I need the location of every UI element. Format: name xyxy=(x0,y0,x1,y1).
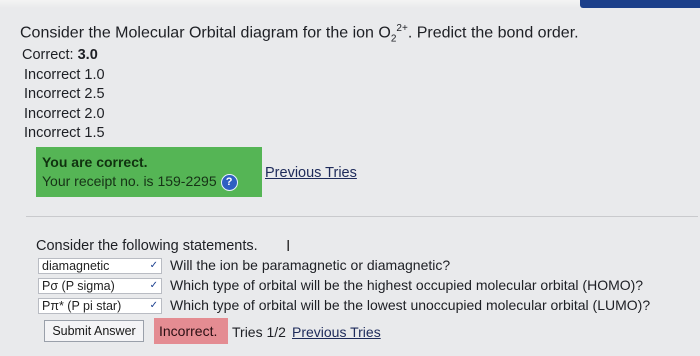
receipt-line: Your receipt no. is 159-2295? xyxy=(42,172,256,191)
statements-heading: Consider the following statements. xyxy=(36,238,258,254)
text-cursor-icon: I xyxy=(286,238,291,255)
chevron-down-icon: ✓ xyxy=(149,280,158,291)
selected-value: diamagnetic xyxy=(42,259,110,273)
question-suffix: . Predict the bond order. xyxy=(407,24,579,42)
answer-select-lumo[interactable]: Pπ* (P pi star) ✓ xyxy=(38,298,162,314)
selected-value: Pπ* (P pi star) xyxy=(42,299,122,313)
receipt-text: Your receipt no. is 159-2295 xyxy=(42,173,217,189)
help-icon[interactable]: ? xyxy=(220,173,238,191)
chevron-down-icon: ✓ xyxy=(149,260,158,271)
answer-select-magnetism[interactable]: diamagnetic ✓ xyxy=(38,258,162,274)
incorrect-answer: Incorrect 2.5 xyxy=(24,86,105,102)
incorrect-answer: Incorrect 1.0 xyxy=(24,66,105,83)
question-text: Consider the Molecular Orbital diagram f… xyxy=(20,23,579,45)
previous-tries-link[interactable]: Previous Tries xyxy=(292,324,381,340)
feedback-title: You are correct. xyxy=(42,154,148,170)
correct-answer: Correct: 3.0 xyxy=(22,46,105,66)
statement-text: Which type of orbital will be the highes… xyxy=(170,277,644,293)
answer-list: Correct: 3.0 Incorrect 1.0 Incorrect 2.5… xyxy=(22,46,105,144)
ion-charge: 2+ xyxy=(396,23,408,34)
ion-subscript: 2 xyxy=(390,33,397,45)
incorrect-answer: Incorrect 1.5 xyxy=(24,125,105,141)
answer-select-homo[interactable]: Pσ (P sigma) ✓ xyxy=(38,278,162,294)
divider xyxy=(26,216,698,217)
incorrect-answer: Incorrect 2.0 xyxy=(24,105,105,122)
correct-feedback-box: You are correct. Your receipt no. is 159… xyxy=(36,147,262,197)
tries-count: Tries 1/2 xyxy=(232,324,286,340)
previous-tries-link[interactable]: Previous Tries xyxy=(265,165,357,181)
submit-answer-button[interactable]: Submit Answer xyxy=(44,320,144,342)
question-prefix: Consider the Molecular Orbital diagram f… xyxy=(20,24,391,42)
chevron-down-icon: ✓ xyxy=(149,300,158,311)
correct-value: 3.0 xyxy=(77,47,98,63)
statement-text: Which type of orbital will be the lowest… xyxy=(170,297,651,313)
statement-text: Will the ion be paramagnetic or diamagne… xyxy=(170,257,451,273)
correct-label: Correct: xyxy=(22,47,74,63)
selected-value: Pσ (P sigma) xyxy=(42,279,115,293)
window-corner xyxy=(580,0,700,8)
incorrect-badge: Incorrect. xyxy=(154,318,228,344)
